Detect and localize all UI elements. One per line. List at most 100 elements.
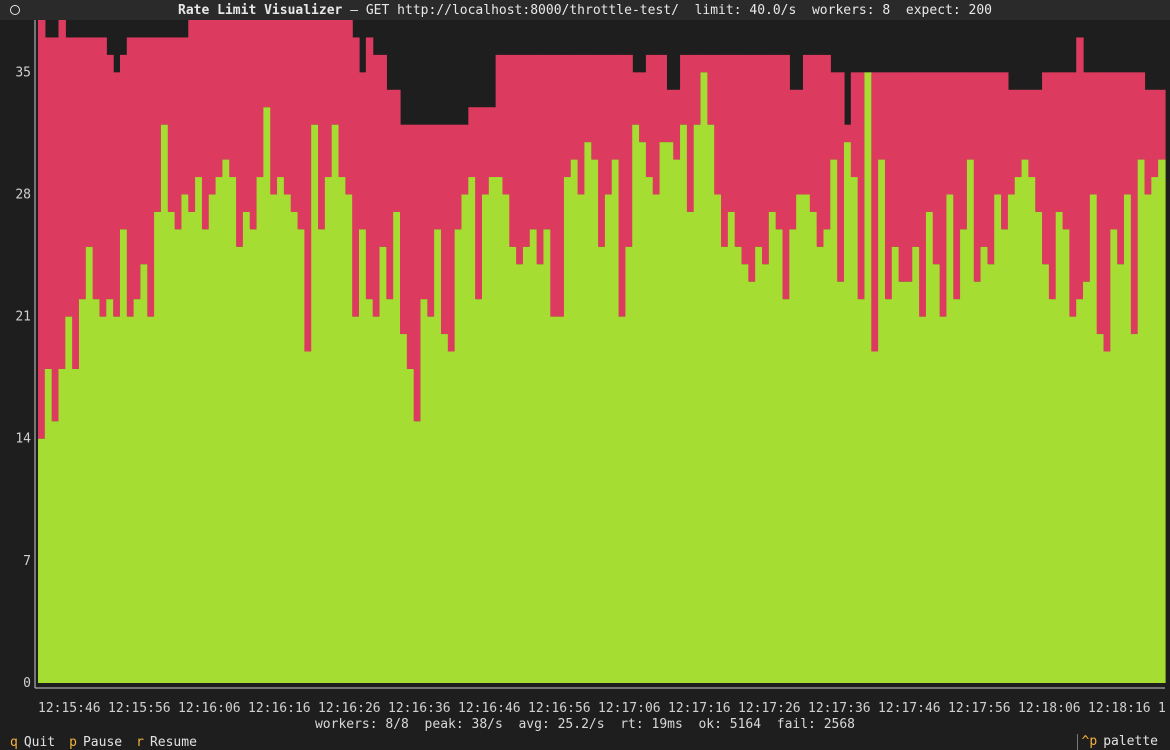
x-tick-label: 12:16:56 xyxy=(528,701,591,716)
ok-bar xyxy=(1069,316,1077,683)
ok-bar xyxy=(1021,159,1029,683)
ok-bar xyxy=(236,246,244,683)
ok-bar xyxy=(625,246,633,683)
fail-bar xyxy=(393,89,401,212)
ok-bar xyxy=(912,246,920,683)
ok-bar xyxy=(201,229,210,683)
y-tick-label: 14 xyxy=(15,432,31,447)
x-tick-label: 12:16:36 xyxy=(388,701,451,716)
pause-key: p xyxy=(69,734,77,750)
fail-bar xyxy=(263,20,271,108)
fail-bar xyxy=(1117,72,1125,265)
fail-bar xyxy=(570,54,579,160)
title-details: — GET http://localhost:8000/throttle-tes… xyxy=(342,2,992,18)
ok-bar xyxy=(700,72,708,684)
ok-bar xyxy=(693,124,702,684)
x-tick-label: 12:15:56 xyxy=(108,701,171,716)
fail-bar xyxy=(201,20,210,230)
ok-bar xyxy=(789,229,797,683)
fail-bar xyxy=(639,72,647,143)
ok-bar xyxy=(304,351,312,683)
ok-bar xyxy=(604,194,613,683)
ok-bar xyxy=(919,316,927,683)
fail-bar xyxy=(113,72,121,317)
ok-bar xyxy=(1076,299,1084,683)
fail-bar xyxy=(406,124,415,369)
fail-bar xyxy=(440,124,449,335)
fail-bar xyxy=(857,72,866,300)
ok-bar xyxy=(393,211,401,684)
ok-bar xyxy=(379,246,387,683)
x-tick-label: 12:17:06 xyxy=(598,701,661,716)
fail-bar xyxy=(249,20,258,230)
x-tick-label: 12:16:46 xyxy=(458,701,521,716)
fail-bar xyxy=(277,20,285,178)
ok-bar xyxy=(557,316,565,683)
fail-bar xyxy=(413,124,422,422)
pause-key-binding[interactable]: p Pause xyxy=(69,735,122,750)
ok-bar xyxy=(454,229,463,683)
ok-bar xyxy=(400,334,408,683)
quit-key-binding[interactable]: q Quit xyxy=(10,735,55,750)
fail-bar xyxy=(611,54,620,160)
fail-bar xyxy=(1076,37,1084,300)
ok-bar xyxy=(181,194,189,683)
fail-bar xyxy=(980,72,989,247)
y-tick-label: 7 xyxy=(23,554,31,569)
fail-bar xyxy=(632,72,640,125)
fail-bar xyxy=(1062,72,1070,230)
ok-bar xyxy=(721,246,729,683)
x-tick-label: 12:18:06 xyxy=(1018,701,1081,716)
fail-bar xyxy=(1028,89,1036,178)
fail-bar xyxy=(51,37,60,422)
ok-bar xyxy=(51,421,60,683)
ok-bar xyxy=(639,142,647,683)
ok-bar xyxy=(208,194,217,683)
ok-bar xyxy=(1048,299,1057,683)
fail-bar xyxy=(775,54,784,230)
resume-key-binding[interactable]: r Resume xyxy=(136,735,197,750)
ok-bar xyxy=(645,177,654,683)
fail-bar xyxy=(195,20,203,178)
fail-bar xyxy=(174,37,183,230)
ok-bar xyxy=(953,299,961,683)
y-tick-label: 0 xyxy=(23,676,31,691)
command-palette-binding[interactable]: ^p palette xyxy=(1076,734,1158,750)
fail-bar xyxy=(837,72,845,282)
fail-bar xyxy=(686,54,695,212)
fail-bar xyxy=(188,20,196,212)
fail-bar xyxy=(522,54,531,247)
fail-bar xyxy=(707,54,715,125)
ok-bar xyxy=(932,264,941,683)
fail-bar xyxy=(550,54,558,317)
ok-bar xyxy=(960,229,968,683)
ok-bar xyxy=(980,246,989,683)
fail-bar xyxy=(1124,72,1132,195)
fail-bar xyxy=(78,37,87,300)
ok-bar xyxy=(249,229,258,683)
y-tick-label: 35 xyxy=(15,65,31,80)
fail-bar xyxy=(1007,89,1016,195)
ok-bar xyxy=(577,194,586,683)
fail-bar xyxy=(680,54,688,125)
fail-bar xyxy=(925,72,934,212)
fail-bar xyxy=(932,72,941,265)
ok-bar xyxy=(707,124,715,684)
fail-bar xyxy=(154,37,162,212)
ok-bar xyxy=(598,246,606,683)
ok-bar xyxy=(925,211,934,684)
ok-bar xyxy=(673,159,681,683)
fail-bar xyxy=(891,72,900,247)
ok-bar xyxy=(85,246,94,683)
fail-bar xyxy=(283,20,292,195)
x-tick-label: 12:18:16 xyxy=(1088,701,1151,716)
ok-bar xyxy=(611,159,620,683)
ok-bar xyxy=(99,316,107,683)
fail-bar xyxy=(126,37,135,317)
fail-bar xyxy=(1048,72,1057,300)
fail-bar xyxy=(1103,72,1111,352)
fail-bar xyxy=(946,72,954,195)
window-circle-icon[interactable] xyxy=(10,5,20,15)
fail-bar xyxy=(72,37,80,369)
fail-bar xyxy=(147,37,155,317)
